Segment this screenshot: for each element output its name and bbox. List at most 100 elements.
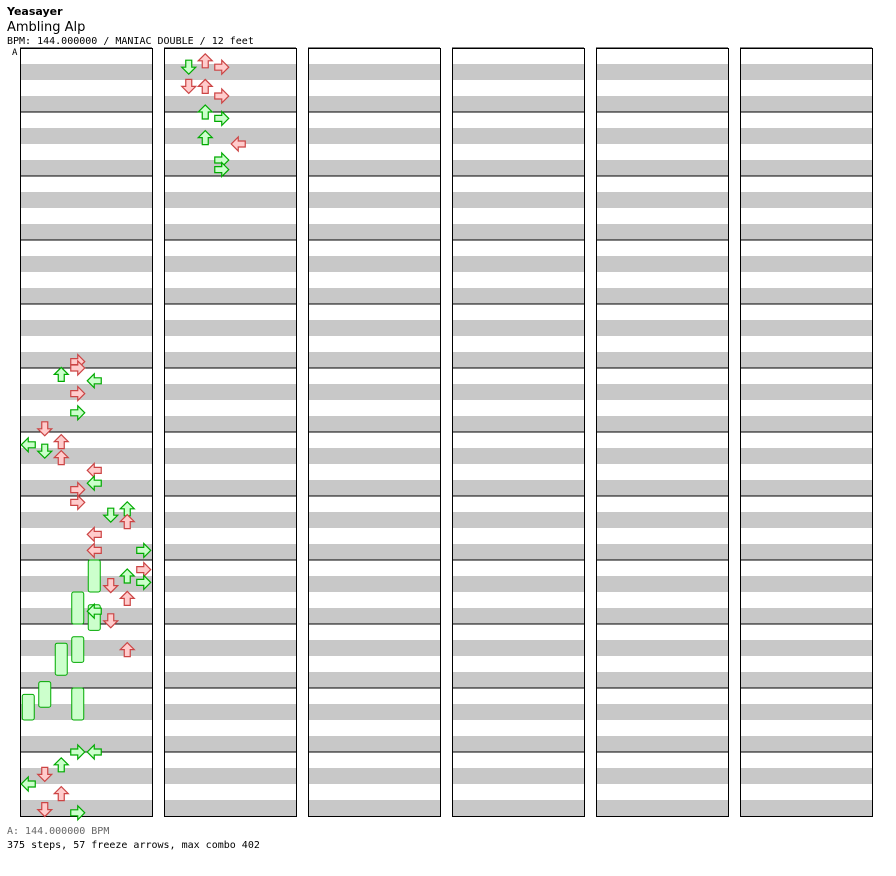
beat-stripe bbox=[740, 640, 872, 656]
freeze-arrow bbox=[54, 642, 68, 676]
beat-stripe bbox=[740, 512, 872, 528]
beat-stripe bbox=[596, 576, 728, 592]
chart-column bbox=[596, 47, 729, 817]
beat-stripe bbox=[308, 224, 440, 240]
chart-column bbox=[740, 47, 873, 817]
beat-stripe bbox=[740, 672, 872, 688]
eighth-arrow bbox=[136, 561, 152, 578]
eighth-arrow bbox=[53, 785, 69, 802]
beat-stripe bbox=[308, 64, 440, 80]
beat-stripe bbox=[164, 96, 296, 112]
beat-stripe bbox=[740, 352, 872, 368]
beat-stripe bbox=[20, 224, 152, 240]
beat-stripe bbox=[20, 96, 152, 112]
beat-stripe bbox=[164, 672, 296, 688]
beat-stripe bbox=[596, 640, 728, 656]
beat-stripe bbox=[20, 256, 152, 272]
beat-stripe bbox=[452, 608, 584, 624]
beat-stripe bbox=[452, 64, 584, 80]
beat-stripe bbox=[596, 608, 728, 624]
freeze-arrow bbox=[21, 693, 35, 721]
bpm-info: A: 144.000000 BPM bbox=[7, 826, 110, 837]
beat-stripe bbox=[740, 320, 872, 336]
beat-stripe bbox=[452, 448, 584, 464]
beat-stripe bbox=[164, 160, 296, 176]
beat-stripe bbox=[452, 704, 584, 720]
beat-stripe bbox=[308, 640, 440, 656]
beat-stripe bbox=[452, 288, 584, 304]
beat-stripe bbox=[596, 192, 728, 208]
beat-stripe bbox=[164, 352, 296, 368]
beat-stripe bbox=[596, 64, 728, 80]
beat-stripe bbox=[452, 320, 584, 336]
beat-stripe bbox=[596, 672, 728, 688]
beat-stripe bbox=[596, 128, 728, 144]
freeze-arrow bbox=[71, 687, 85, 721]
beat-stripe bbox=[20, 160, 152, 176]
beat-stripe bbox=[308, 800, 440, 816]
beat-stripe bbox=[308, 288, 440, 304]
beat-stripe bbox=[164, 448, 296, 464]
beat-stripe bbox=[308, 672, 440, 688]
beat-stripe bbox=[164, 736, 296, 752]
beat-stripe bbox=[740, 480, 872, 496]
beat-stripe bbox=[740, 384, 872, 400]
beat-stripe bbox=[308, 192, 440, 208]
beat-stripe bbox=[20, 352, 152, 368]
beat-stripe bbox=[452, 256, 584, 272]
beat-stripe bbox=[308, 480, 440, 496]
beat-stripe bbox=[452, 640, 584, 656]
beat-stripe bbox=[308, 384, 440, 400]
beat-stripe bbox=[308, 416, 440, 432]
beat-stripe bbox=[308, 320, 440, 336]
chart-column bbox=[452, 47, 585, 817]
beat-stripe bbox=[20, 384, 152, 400]
eighth-arrow bbox=[119, 590, 135, 607]
freeze-arrow bbox=[71, 636, 85, 663]
beat-stripe bbox=[164, 224, 296, 240]
beat-stripe bbox=[308, 512, 440, 528]
beat-stripe bbox=[164, 800, 296, 816]
beat-stripe bbox=[308, 736, 440, 752]
beat-stripe bbox=[740, 96, 872, 112]
beat-stripe bbox=[164, 384, 296, 400]
beat-stripe bbox=[452, 128, 584, 144]
beat-stripe bbox=[596, 448, 728, 464]
beat-stripe bbox=[164, 704, 296, 720]
beat-stripe bbox=[164, 768, 296, 784]
eighth-arrow bbox=[86, 526, 102, 543]
eighth-arrow bbox=[181, 78, 197, 95]
beat-stripe bbox=[740, 608, 872, 624]
beat-stripe bbox=[740, 160, 872, 176]
beat-stripe bbox=[596, 320, 728, 336]
beat-stripe bbox=[740, 288, 872, 304]
beat-stripe bbox=[596, 800, 728, 816]
beat-stripe bbox=[164, 320, 296, 336]
beat-stripe bbox=[596, 704, 728, 720]
beat-stripe bbox=[164, 128, 296, 144]
beat-stripe bbox=[20, 608, 152, 624]
beat-stripe bbox=[452, 224, 584, 240]
beat-stripe bbox=[452, 672, 584, 688]
beat-stripe bbox=[20, 64, 152, 80]
beat-stripe bbox=[308, 256, 440, 272]
beat-stripe bbox=[308, 96, 440, 112]
eighth-arrow bbox=[53, 434, 69, 450]
beat-stripe bbox=[596, 352, 728, 368]
chart-column bbox=[308, 47, 441, 817]
beat-stripe bbox=[164, 544, 296, 560]
beat-stripe bbox=[596, 224, 728, 240]
freeze-arrow bbox=[38, 681, 52, 708]
eighth-arrow bbox=[86, 462, 102, 478]
beat-stripe bbox=[596, 160, 728, 176]
beat-stripe bbox=[452, 512, 584, 528]
beat-stripe bbox=[452, 768, 584, 784]
beat-stripe bbox=[596, 288, 728, 304]
beat-stripe bbox=[740, 800, 872, 816]
beat-stripe bbox=[452, 160, 584, 176]
freeze-arrow bbox=[71, 591, 85, 625]
beat-stripe bbox=[740, 576, 872, 592]
beat-stripe bbox=[452, 544, 584, 560]
beat-stripe bbox=[596, 416, 728, 432]
beat-stripe bbox=[452, 736, 584, 752]
